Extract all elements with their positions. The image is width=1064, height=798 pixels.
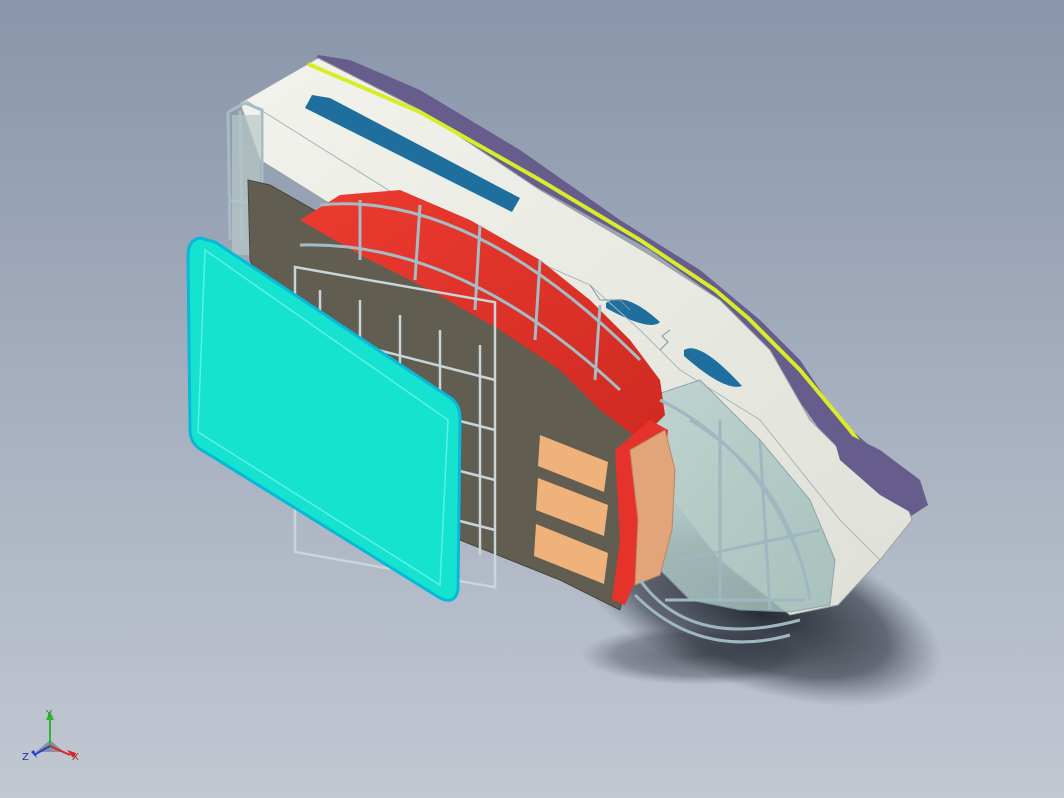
triad-z-label: Z — [22, 752, 29, 763]
ground-shadow-front — [580, 625, 820, 685]
triad-x-label: X — [72, 752, 79, 763]
model-3d-view[interactable] — [0, 0, 1064, 798]
triad-y-label: Y — [45, 709, 53, 720]
cad-viewport[interactable]: Y X Z — [0, 0, 1064, 798]
axis-triad[interactable]: Y X Z — [20, 706, 84, 770]
